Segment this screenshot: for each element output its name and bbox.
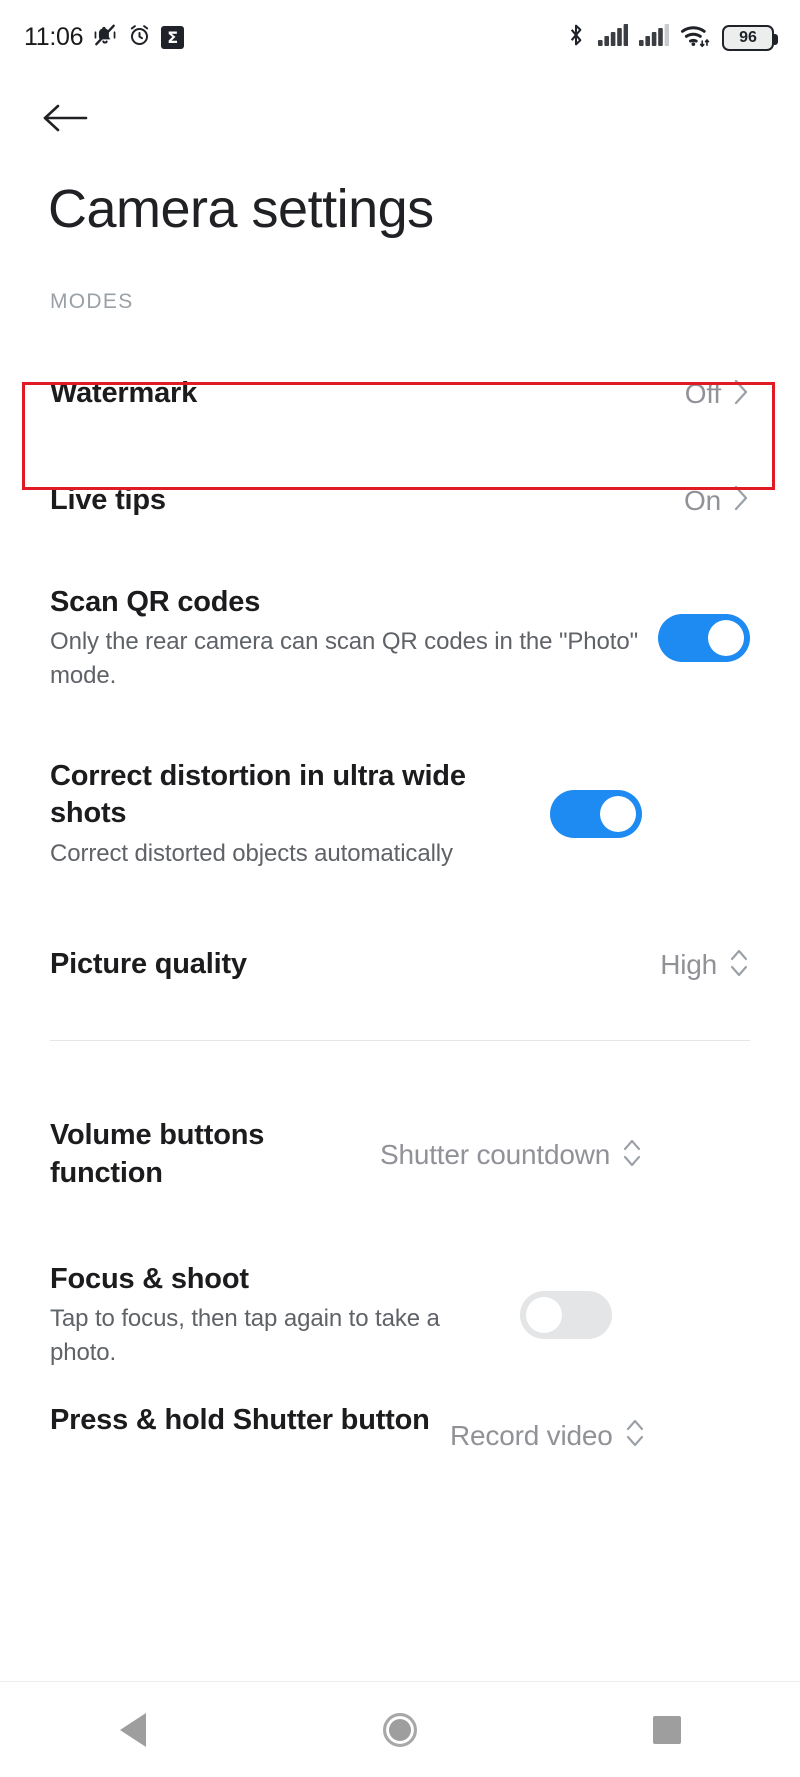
signal-sim1-icon [598, 23, 629, 52]
settings-row-press-hold-shutter-button[interactable]: Press & hold Shutter button Record video [0, 1402, 800, 1455]
settings-row-watermark[interactable]: Watermark Off [0, 340, 800, 448]
row-title: Focus & shoot [50, 1262, 249, 1295]
system-navigation-bar [0, 1681, 800, 1777]
row-control-group[interactable]: Shutter countdown [380, 1136, 643, 1175]
toggle-knob [600, 796, 636, 832]
row-title: Volume buttons function [50, 1119, 265, 1189]
battery-percent-label: 96 [739, 28, 757, 46]
settings-row-scan-qr-codes[interactable]: Scan QR codes Only the rear camera can s… [0, 553, 800, 723]
row-text-group: Picture quality [50, 946, 660, 984]
row-title: Picture quality [50, 948, 247, 981]
status-bar-left: 11:06 Σ [24, 22, 185, 53]
settings-row-live-tips[interactable]: Live tips On [0, 448, 800, 553]
row-control-group[interactable]: Off [685, 376, 750, 413]
row-value: Off [684, 378, 721, 409]
stepper-updown-icon[interactable] [624, 1416, 646, 1455]
mute-vibrate-icon [92, 22, 118, 53]
row-control-group[interactable]: On [684, 482, 750, 519]
back-triangle-icon [120, 1712, 147, 1747]
row-text-group: Press & hold Shutter button [50, 1402, 450, 1440]
settings-row-picture-quality[interactable]: Picture quality High [0, 905, 800, 1025]
page-title: Camera settings [48, 179, 434, 239]
bluetooth-icon [565, 22, 587, 53]
row-value: High [660, 949, 717, 980]
row-title: Live tips [50, 483, 166, 516]
section-header-modes: MODES [50, 290, 134, 313]
row-value: On [684, 484, 721, 516]
row-text-group: Watermark [50, 375, 685, 413]
toggle-knob [708, 620, 744, 656]
row-control-group[interactable] [520, 1291, 612, 1339]
row-title: Correct distortion in ultra wide shots [50, 759, 466, 830]
toggle-scan-qr-codes[interactable] [658, 614, 750, 662]
back-button[interactable] [42, 96, 106, 144]
row-value: Record video [450, 1419, 613, 1451]
row-text-group: Focus & shoot Tap to focus, then tap aga… [50, 1261, 520, 1370]
row-control-group[interactable] [550, 790, 642, 838]
row-subtitle: Only the rear camera can scan QR codes i… [50, 628, 639, 689]
nav-back-button[interactable] [78, 1695, 188, 1765]
alarm-clock-icon [127, 23, 152, 53]
nav-recents-button[interactable] [612, 1695, 722, 1765]
row-control-group[interactable]: High [660, 946, 750, 985]
back-arrow-icon [42, 101, 90, 140]
row-title: Scan QR codes [50, 585, 261, 618]
status-bar-right: 96 [565, 22, 778, 53]
row-text-group: Volume buttons function [50, 1117, 380, 1192]
sigma-app-icon: Σ [161, 26, 185, 49]
settings-row-correct-distortion[interactable]: Correct distortion in ultra wide shots C… [0, 723, 800, 905]
stepper-updown-icon[interactable] [728, 946, 750, 985]
row-text-group: Correct distortion in ultra wide shots C… [50, 758, 550, 871]
row-text-group: Scan QR codes Only the rear camera can s… [50, 584, 658, 693]
toggle-focus-and-shoot[interactable] [520, 1291, 612, 1339]
status-bar: 11:06 Σ 96 [0, 0, 800, 75]
recents-square-icon [652, 1715, 681, 1744]
status-bar-clock: 11:06 [24, 23, 84, 51]
row-title: Press & hold Shutter button [50, 1404, 430, 1436]
stepper-updown-icon[interactable] [621, 1136, 643, 1175]
row-subtitle: Correct distorted objects automatically [50, 839, 453, 867]
wifi-icon [680, 22, 711, 53]
row-title: Watermark [50, 377, 198, 410]
chevron-right-icon[interactable] [732, 376, 750, 413]
signal-sim2-icon [639, 23, 670, 52]
row-subtitle: Tap to focus, then tap again to take a p… [50, 1305, 440, 1366]
battery-indicator: 96 [722, 24, 778, 51]
row-control-group[interactable]: Record video [450, 1402, 646, 1455]
nav-home-button[interactable] [345, 1695, 455, 1765]
row-control-group[interactable] [658, 614, 750, 662]
home-circle-icon [382, 1712, 417, 1747]
row-text-group: Live tips [50, 482, 684, 520]
settings-row-focus-and-shoot[interactable]: Focus & shoot Tap to focus, then tap aga… [0, 1235, 800, 1395]
settings-row-volume-buttons-function[interactable]: Volume buttons function Shutter countdow… [0, 1090, 800, 1220]
toggle-knob [526, 1297, 562, 1333]
section-divider [50, 1040, 750, 1041]
row-value: Shutter countdown [380, 1139, 611, 1170]
chevron-right-icon[interactable] [732, 482, 750, 519]
toggle-correct-distortion[interactable] [550, 790, 642, 838]
